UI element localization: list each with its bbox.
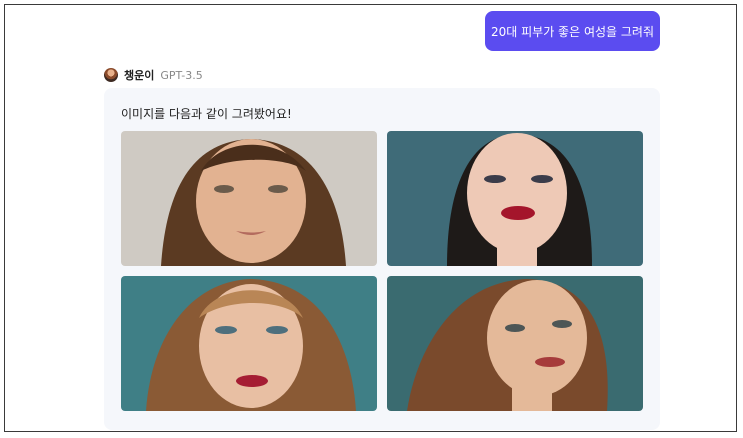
bot-answer-text: 이미지를 다음과 같이 그려봤어요!: [121, 107, 292, 121]
generated-image-3[interactable]: [121, 276, 377, 411]
generated-image-1[interactable]: [121, 131, 377, 266]
generated-image-4[interactable]: [387, 276, 643, 411]
bot-model: GPT-3.5: [160, 68, 203, 82]
portrait-image-icon: [121, 276, 377, 411]
portrait-image-icon: [387, 276, 643, 411]
user-message-bubble: 20대 피부가 좋은 여성을 그려줘: [485, 11, 660, 51]
bot-header: 챙운이 GPT-3.5: [104, 67, 203, 83]
chat-window: 20대 피부가 좋은 여성을 그려줘 챙운이 GPT-3.5 이미지를 다음과 …: [4, 4, 737, 432]
portrait-image-icon: [387, 131, 643, 266]
user-message-text: 20대 피부가 좋은 여성을 그려줘: [490, 24, 654, 39]
bot-avatar: [104, 68, 118, 82]
generated-image-2[interactable]: [387, 131, 643, 266]
bot-answer-card: 이미지를 다음과 같이 그려봤어요!: [104, 88, 660, 430]
bot-name: 챙운이: [124, 69, 155, 82]
portrait-image-icon: [121, 131, 377, 266]
